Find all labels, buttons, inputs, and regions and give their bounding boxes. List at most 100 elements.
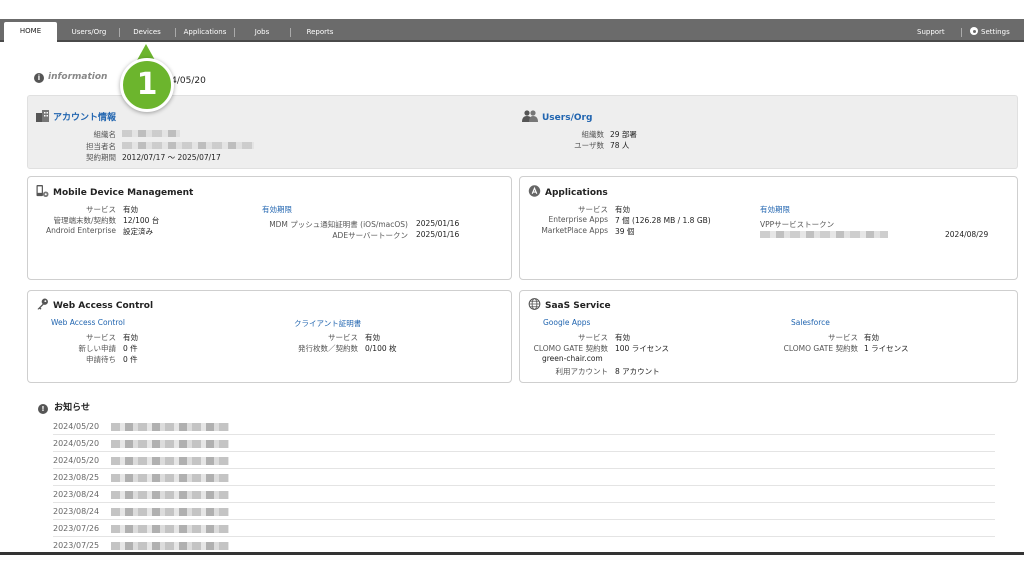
enterprise-apps-value: 7 個 (126.28 MB / 1.8 GB): [615, 216, 711, 225]
nav-divider: [290, 28, 291, 37]
tab-jobs[interactable]: Jobs: [240, 23, 284, 42]
client-cert-service-value: 有効: [365, 333, 380, 342]
org-name-label: 組織名: [93, 130, 117, 139]
mdm-title[interactable]: Mobile Device Management: [36, 185, 193, 198]
users-icon: [522, 110, 538, 122]
apps-service-value: 有効: [615, 205, 630, 214]
managed-devices-label: 管理端末数/契約数: [53, 216, 116, 225]
applications-title[interactable]: Applications: [528, 185, 608, 198]
user-count-value: 78 人: [610, 141, 630, 150]
web-access-control-card: Web Access Control Web Access Control サー…: [27, 290, 512, 383]
app-store-icon: [528, 185, 541, 197]
marketplace-apps-label: MarketPlace Apps: [541, 226, 608, 235]
news-date: 2024/05/20: [53, 439, 100, 448]
google-service-value: 有効: [615, 333, 630, 342]
enterprise-apps-label: Enterprise Apps: [548, 215, 608, 224]
news-date: 2023/07/25: [53, 541, 100, 550]
mdm-service-value: 有効: [123, 205, 138, 214]
information-row: i information: [34, 72, 107, 83]
redacted-news-title: [111, 423, 229, 431]
wac-link[interactable]: Web Access Control: [51, 318, 125, 327]
settings-link[interactable]: Settings: [970, 23, 1010, 42]
news-date: 2024/05/20: [53, 456, 100, 465]
vpp-token-label: VPPサービストークン: [760, 220, 835, 229]
redacted-news-title: [111, 474, 229, 482]
mdm-card: Mobile Device Management サービス 有効 管理端末数/契…: [27, 176, 512, 280]
news-date: 2023/08/24: [53, 507, 100, 516]
cert-issued-value: 0/100 枚: [365, 344, 397, 353]
news-item[interactable]: 2023/07/26: [53, 520, 995, 537]
ade-token-label: ADEサーバートークン: [332, 231, 408, 240]
key-icon: [37, 298, 48, 310]
news-title: ! お知らせ: [38, 400, 90, 414]
redacted-news-title: [111, 491, 229, 499]
applications-card: Applications サービス 有効 Enterprise Apps 7 個…: [519, 176, 1018, 280]
news-item[interactable]: 2023/08/24: [53, 503, 995, 520]
google-service-label: サービス: [578, 333, 608, 342]
salesforce-gate-value: 1 ライセンス: [864, 344, 909, 353]
contract-period-label: 契約期間: [86, 153, 116, 162]
cert-issued-label: 発行枚数／契約数: [298, 344, 358, 353]
news-item[interactable]: 2023/08/24: [53, 486, 995, 503]
tab-reports[interactable]: Reports: [296, 23, 344, 42]
wac-service-label: サービス: [86, 333, 116, 342]
salesforce-gate-label: CLOMO GATE 契約数: [783, 344, 858, 353]
users-org-title[interactable]: Users/Org: [522, 110, 592, 123]
mdm-expiry-link[interactable]: 有効期限: [262, 204, 292, 215]
wac-title[interactable]: Web Access Control: [36, 298, 153, 311]
user-count-label: ユーザ数: [574, 141, 604, 150]
mdm-service-label: サービス: [86, 205, 116, 214]
nav-divider: [175, 28, 176, 37]
google-accounts-label: 利用アカウント: [555, 367, 609, 376]
pending-requests-label: 申請待ち: [86, 355, 116, 364]
tab-applications[interactable]: Applications: [180, 23, 230, 42]
vpp-token-date: 2024/08/29: [945, 230, 989, 239]
salesforce-service-value: 有効: [864, 333, 879, 342]
news-date: 2023/08/25: [53, 473, 100, 482]
news-item[interactable]: 2023/08/25: [53, 469, 995, 486]
news-item[interactable]: 2024/05/20: [53, 418, 995, 435]
news-date: 2023/07/26: [53, 524, 100, 533]
support-link[interactable]: Support: [917, 23, 945, 42]
client-cert-service-label: サービス: [328, 333, 358, 342]
redacted-contact-name: [122, 142, 254, 149]
redacted-news-title: [111, 542, 229, 550]
apps-expiry-link[interactable]: 有効期限: [760, 204, 790, 215]
redacted-news-title: [111, 440, 229, 448]
mdm-push-cert-value: 2025/01/16: [416, 219, 460, 228]
client-cert-link[interactable]: クライアント証明書: [294, 318, 361, 329]
account-info-title[interactable]: アカウント情報: [36, 110, 116, 123]
nav-divider: [234, 28, 235, 37]
top-whitespace: [0, 0, 1024, 19]
info-icon: i: [34, 73, 44, 83]
news-item[interactable]: 2024/05/20: [53, 452, 995, 469]
tab-home[interactable]: HOME: [4, 22, 57, 42]
apps-service-label: サービス: [578, 205, 608, 214]
gear-icon: [970, 27, 978, 35]
google-accounts-value: 8 アカウント: [615, 367, 660, 376]
salesforce-link[interactable]: Salesforce: [791, 318, 830, 327]
saas-service-card: SaaS Service Google Apps サービス 有効 CLOMO G…: [519, 290, 1018, 383]
pending-requests-value: 0 件: [123, 355, 138, 364]
main-navbar: HOME Users/Org Devices Applications Jobs…: [0, 19, 1024, 42]
bottom-border: [0, 552, 1024, 555]
nav-divider: [961, 28, 962, 37]
news-date: 2024/05/20: [53, 422, 100, 431]
contract-period-value: 2012/07/17 〜 2025/07/17: [122, 153, 221, 162]
saas-title[interactable]: SaaS Service: [528, 298, 611, 311]
news-date: 2023/08/24: [53, 490, 100, 499]
nav-divider: [119, 28, 120, 37]
org-count-label: 組織数: [581, 130, 605, 139]
android-enterprise-value: 設定済み: [123, 227, 153, 236]
new-requests-value: 0 件: [123, 344, 138, 353]
google-apps-link[interactable]: Google Apps: [543, 318, 590, 327]
managed-devices-value: 12/100 台: [123, 216, 160, 225]
news-item[interactable]: 2024/05/20: [53, 435, 995, 452]
redacted-news-title: [111, 508, 229, 516]
redacted-org-name: [122, 130, 180, 137]
step-callout-badge: 1: [120, 58, 174, 112]
tab-devices[interactable]: Devices: [124, 23, 170, 42]
tab-users-org[interactable]: Users/Org: [64, 23, 114, 42]
device-management-icon: [36, 185, 49, 197]
google-gate-value: 100 ライセンス: [615, 344, 670, 353]
